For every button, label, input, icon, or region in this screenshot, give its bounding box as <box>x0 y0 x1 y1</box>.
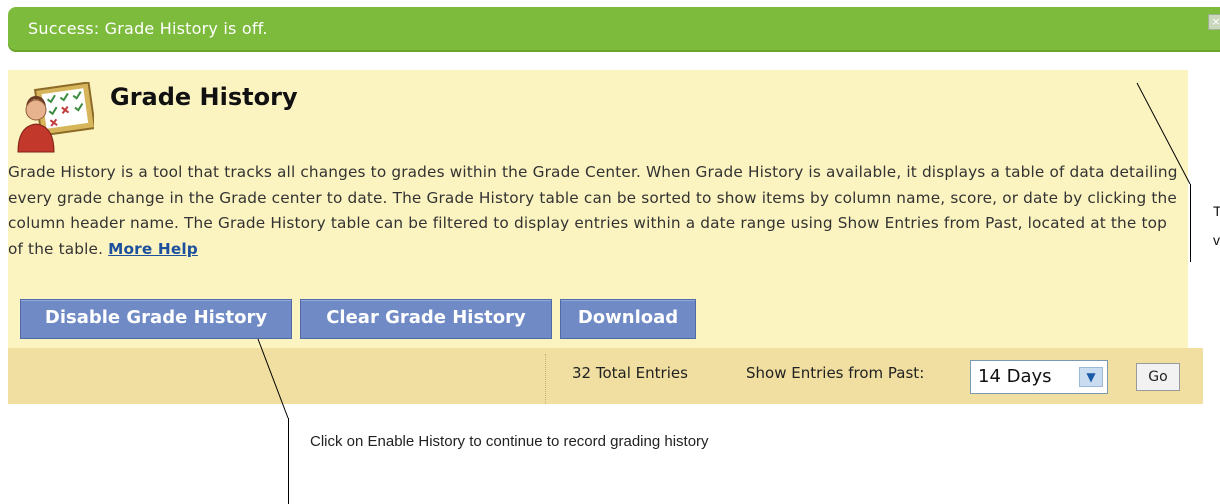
callout-text-cut-1: T <box>1213 203 1220 219</box>
callout-bracket-right <box>1190 184 1220 262</box>
callout-pointer-top <box>1136 82 1191 185</box>
callout-bracket-bottom <box>288 418 289 504</box>
annotation-note: Click on Enable History to continue to r… <box>310 433 709 450</box>
callout-pointer-bottom <box>257 338 289 419</box>
callout-text-cut-2: v <box>1213 232 1220 248</box>
